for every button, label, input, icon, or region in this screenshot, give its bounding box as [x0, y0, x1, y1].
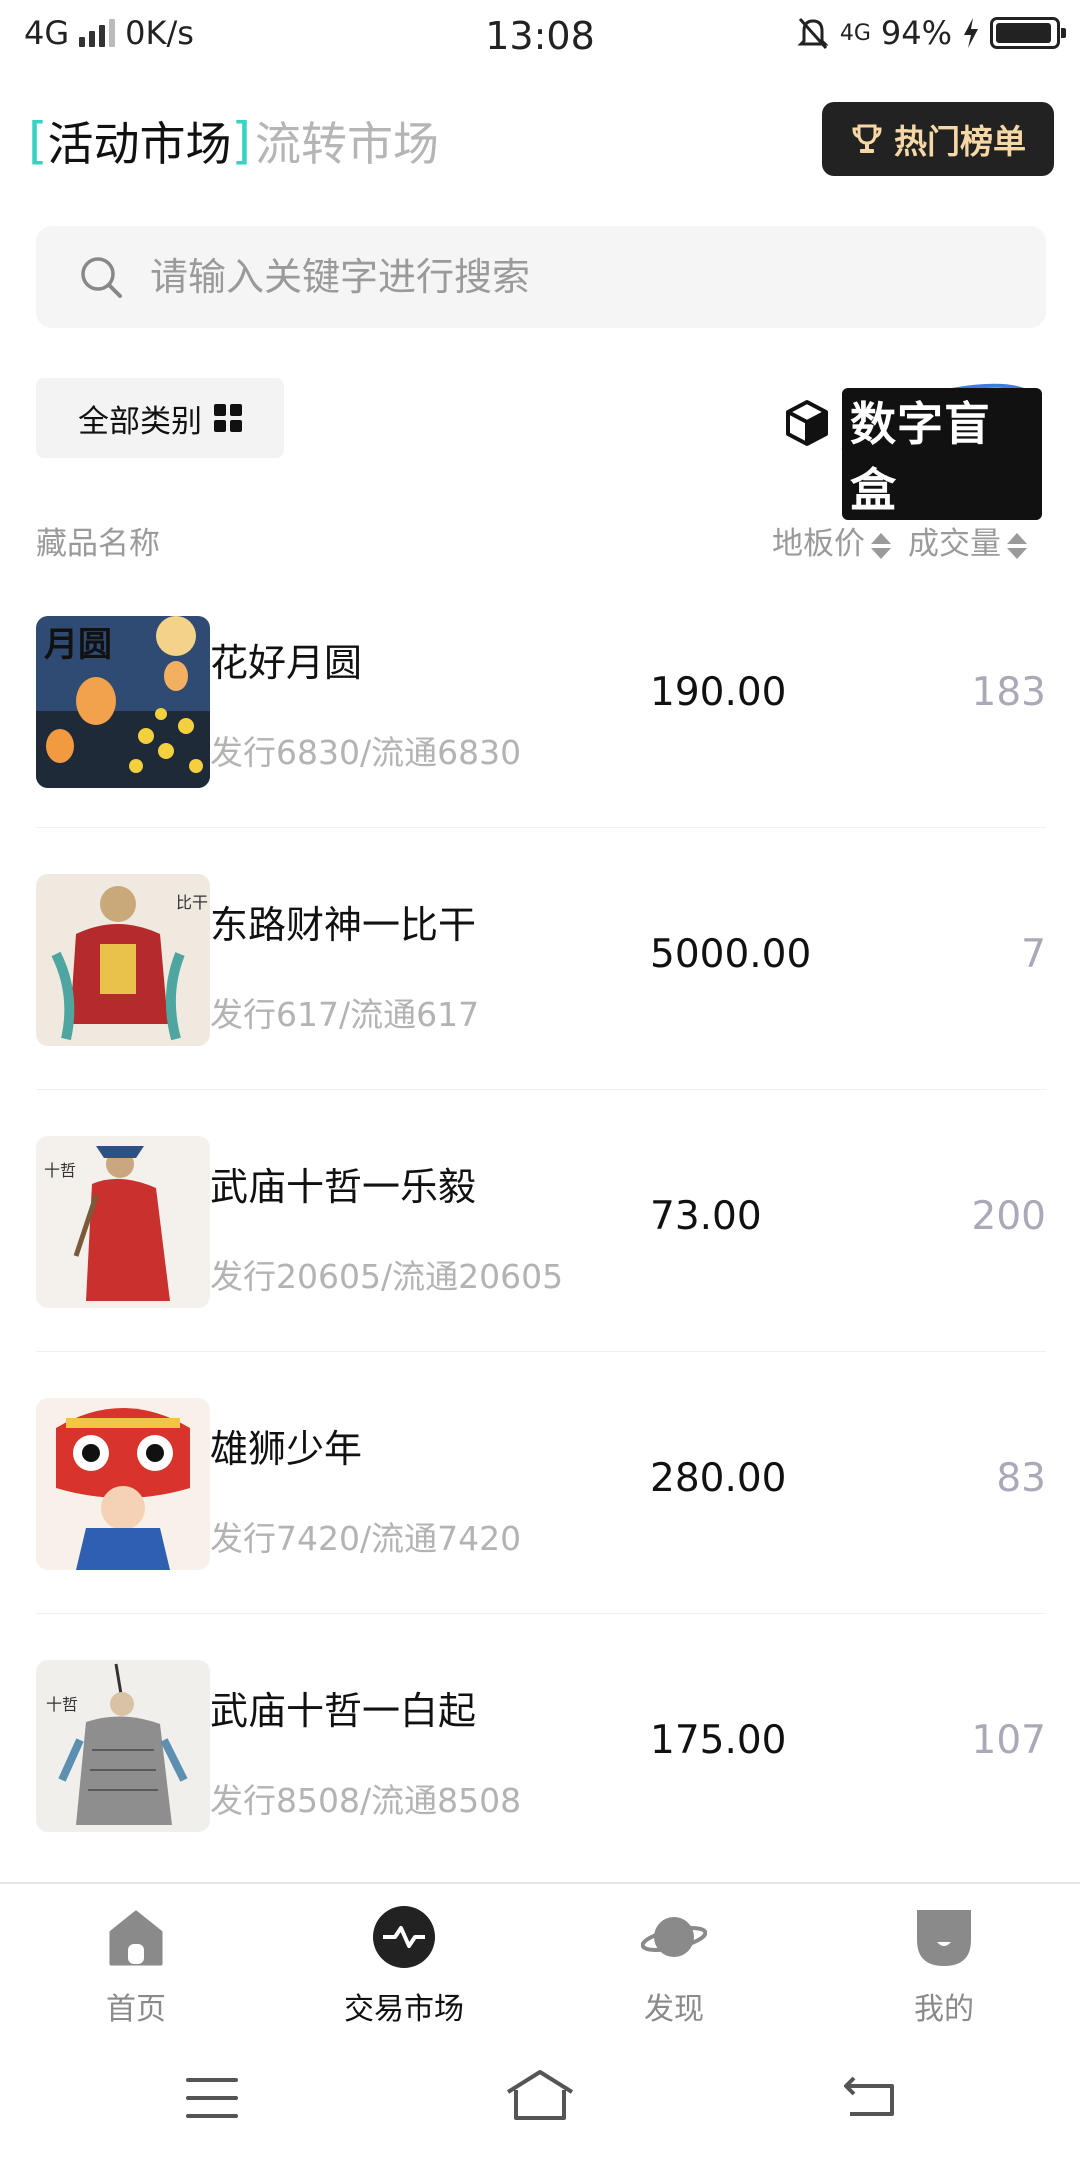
list-item[interactable]: 雄狮少年 发行7420/流通7420 280.00 83 [36, 1352, 1046, 1614]
item-issue-circulation: 发行6830/流通6830 [210, 733, 522, 772]
bell-muted-icon [797, 17, 829, 50]
digital-blindbox-button[interactable]: 数字盲盒 [782, 378, 1042, 520]
item-issue-circulation: 发行8508/流通8508 [210, 1781, 522, 1820]
menu-icon[interactable] [186, 2078, 238, 2132]
battery-icon [990, 17, 1066, 49]
home-icon [109, 1910, 163, 1966]
category-label: 全部类别 [78, 403, 202, 440]
nav-discover-label: 发现 [644, 1992, 704, 2027]
search-bar[interactable] [36, 226, 1046, 328]
trophy-icon [852, 124, 882, 153]
item-floor-price: 73.00 [650, 1194, 762, 1239]
grid-icon [214, 404, 242, 432]
hot-ranking-label: 热门榜单 [894, 122, 1026, 161]
system-home-icon[interactable] [504, 2068, 576, 2124]
item-thumbnail: 比干 [36, 874, 210, 1046]
search-input[interactable] [150, 255, 970, 299]
bracket-right: ] [231, 112, 252, 170]
item-floor-price: 175.00 [650, 1718, 787, 1763]
bottom-nav: 首页 交易市场 发现 我的 [0, 1882, 1080, 2042]
nav-home-label: 首页 [106, 1992, 166, 2027]
item-floor-price: 190.00 [650, 670, 787, 715]
volume-header: 成交量 [908, 526, 1001, 562]
item-volume: 200 [971, 1194, 1046, 1239]
category-filter-button[interactable]: 全部类别 [36, 378, 284, 458]
system-nav-bar [0, 2042, 1080, 2160]
blindbox-label: 数字盲盒 [842, 388, 1042, 520]
list-item[interactable]: 十哲 武庙十哲一白起 发行8508/流通8508 175.00 107 [36, 1614, 1046, 1876]
sort-icon [871, 531, 891, 561]
network-small: 4G [839, 20, 871, 46]
item-name: 武庙十哲一乐毅 [210, 1165, 477, 1209]
item-thumbnail: 十哲 [36, 1660, 210, 1832]
planet-icon [640, 1917, 708, 1957]
floor-price-header: 地板价 [772, 526, 865, 562]
item-volume: 7 [1021, 932, 1046, 977]
nav-market-label: 交易市场 [344, 1992, 464, 2027]
list-item[interactable]: 十哲 武庙十哲一乐毅 发行20605/流通20605 73.00 200 [36, 1090, 1046, 1352]
item-issue-circulation: 发行617/流通617 [210, 995, 480, 1034]
svg-text:月圆: 月圆 [44, 625, 112, 665]
item-name: 花好月圆 [210, 641, 363, 685]
tab-circulation-market[interactable]: 流转市场 [255, 108, 439, 174]
item-issue-circulation: 发行20605/流通20605 [210, 1257, 564, 1296]
back-icon[interactable] [840, 2072, 900, 2120]
sort-icon [1007, 531, 1027, 561]
svg-text:十哲: 十哲 [46, 1695, 78, 1714]
floor-price-sort[interactable]: 地板价 [772, 518, 891, 563]
nav-discover[interactable]: 发现 [574, 1904, 774, 2028]
item-floor-price: 5000.00 [650, 932, 812, 977]
tab-activity-market[interactable]: 活动市场 [48, 108, 232, 174]
item-name: 武庙十哲一白起 [210, 1689, 477, 1733]
market-tabs: [ 活动市场 ] 流转市场 [28, 108, 439, 174]
column-name-header: 藏品名称 [36, 526, 160, 562]
item-name: 东路财神一比干 [210, 903, 477, 947]
charging-icon [964, 18, 978, 48]
nav-mine-label: 我的 [914, 1992, 974, 2027]
cube-icon [786, 400, 828, 446]
status-bar: 4G 0K/s 13:08 4G 94% [0, 0, 1080, 72]
nav-home[interactable]: 首页 [36, 1904, 236, 2028]
volume-sort[interactable]: 成交量 [908, 518, 1027, 563]
nav-mine[interactable]: 我的 [844, 1904, 1044, 2028]
hot-ranking-button[interactable]: 热门榜单 [822, 102, 1054, 176]
item-volume: 83 [996, 1456, 1046, 1501]
item-floor-price: 280.00 [650, 1456, 787, 1501]
profile-icon [917, 1910, 971, 1966]
market-icon [373, 1906, 435, 1968]
item-name: 雄狮少年 [210, 1427, 363, 1471]
bracket-left: [ [28, 112, 48, 170]
item-thumbnail: 月圆 [36, 616, 210, 788]
list-item[interactable]: 月圆 花好月圆 发行6830/流通6830 190.00 183 [36, 566, 1046, 828]
item-volume: 183 [971, 670, 1046, 715]
search-icon [81, 257, 122, 298]
item-issue-circulation: 发行7420/流通7420 [210, 1519, 522, 1558]
status-right: 4G 94% [796, 14, 1066, 52]
item-thumbnail [36, 1398, 210, 1570]
svg-text:比干: 比干 [176, 893, 208, 912]
list-item[interactable]: 比干 东路财神一比干 发行617/流通617 5000.00 7 [36, 828, 1046, 1090]
svg-text:十哲: 十哲 [44, 1161, 76, 1180]
item-thumbnail: 十哲 [36, 1136, 210, 1308]
battery-percent: 94% [880, 14, 952, 52]
item-volume: 107 [971, 1718, 1046, 1763]
nav-market[interactable]: 交易市场 [304, 1904, 504, 2028]
